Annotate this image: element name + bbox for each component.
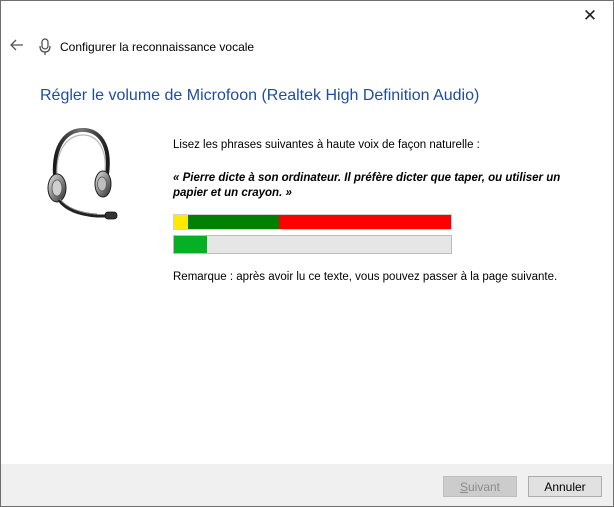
next-button-mnemonic: S <box>459 479 468 494</box>
meter-zone-high <box>279 215 451 229</box>
next-button-rest: uivant <box>467 479 501 494</box>
input-level-meter <box>173 235 452 254</box>
note-text: Remarque : après avoir lu ce texte, vous… <box>173 271 558 283</box>
meter-zone-good <box>187 215 280 229</box>
back-arrow-icon <box>10 39 23 51</box>
input-level-fill <box>174 236 208 253</box>
speech-setup-window: ✕ Configurer la reconnaissance vocale Ré… <box>0 0 614 507</box>
next-button[interactable]: Suivant <box>443 476 517 497</box>
back-button[interactable] <box>7 35 27 55</box>
next-button-label: Suivant <box>460 480 500 494</box>
meter-zone-low <box>174 215 188 229</box>
volume-level-scale <box>173 214 452 230</box>
close-button[interactable]: ✕ <box>567 1 613 31</box>
close-icon: ✕ <box>582 6 598 25</box>
instruction-text: Lisez les phrases suivantes à haute voix… <box>173 139 480 151</box>
footer: Suivant Annuler <box>1 464 613 506</box>
header: Configurer la reconnaissance vocale <box>38 37 254 57</box>
microphone-icon <box>39 38 51 55</box>
sample-phrase: « Pierre dicte à son ordinateur. Il préf… <box>173 172 561 199</box>
cancel-button[interactable]: Annuler <box>528 476 602 497</box>
window-title: Configurer la reconnaissance vocale <box>60 40 255 54</box>
page-title: Régler le volume de Microfoon (Realtek H… <box>40 87 480 104</box>
headset-icon <box>47 127 118 220</box>
instructions-block: Lisez les phrases suivantes à haute voix… <box>173 139 593 201</box>
